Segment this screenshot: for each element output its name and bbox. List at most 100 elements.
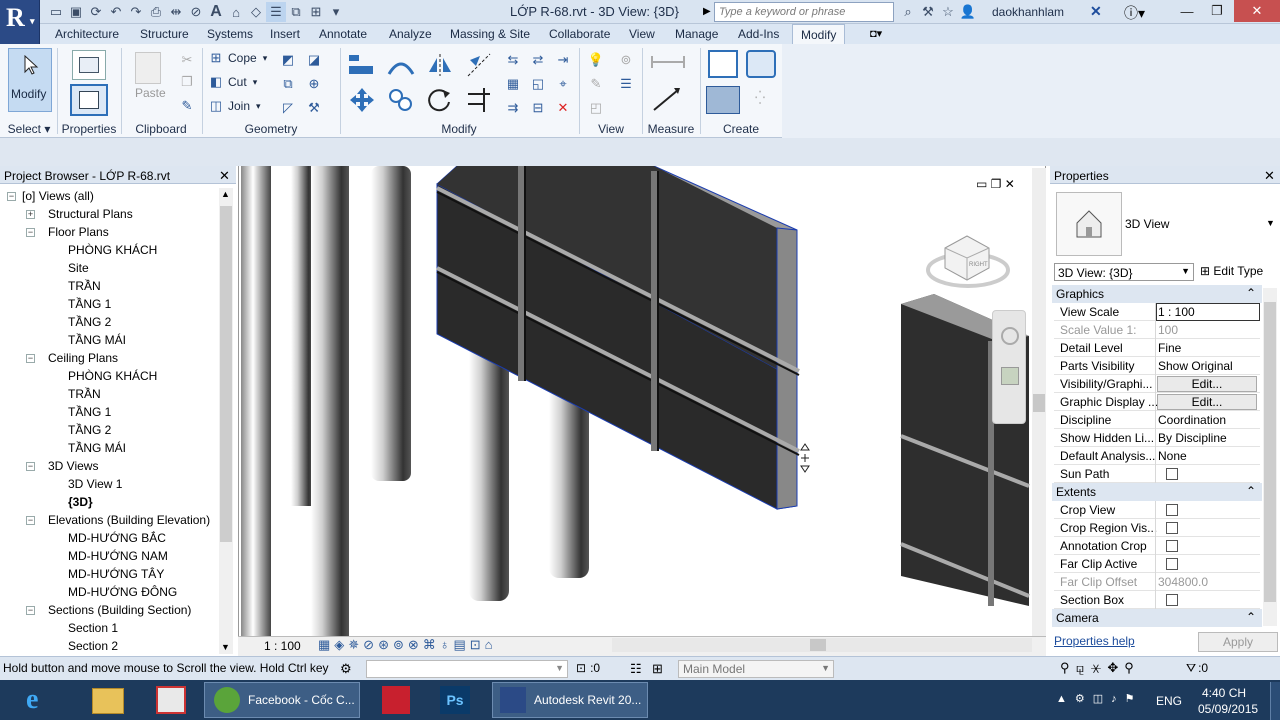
modify-button[interactable]: Modify	[8, 48, 52, 112]
delete-icon[interactable]: ✕	[555, 100, 571, 116]
split-face-icon[interactable]: ◩	[280, 52, 296, 68]
lock-icon[interactable]: ⊟	[530, 100, 546, 116]
steering-wheel-icon[interactable]	[1001, 327, 1019, 345]
override-icon[interactable]: ⊚	[618, 52, 634, 68]
print-icon[interactable]: ⎙	[146, 2, 166, 22]
save-icon[interactable]: ▣	[66, 2, 86, 22]
hammer-icon[interactable]: ⚒	[306, 100, 322, 116]
type-name[interactable]: 3D View	[1125, 217, 1169, 231]
cut-clip-icon[interactable]: ✂	[179, 52, 195, 68]
demolish-icon[interactable]: ⊕	[306, 76, 322, 92]
tree-views-all[interactable]: [o] Views (all)	[22, 189, 94, 203]
language-indicator[interactable]: ENG	[1156, 694, 1182, 708]
autocad-icon[interactable]	[382, 686, 410, 714]
scroll-down-icon[interactable]: ▼	[221, 642, 230, 652]
workset-dropdown[interactable]: ▼	[366, 660, 568, 678]
move-icon[interactable]	[347, 86, 377, 114]
minimize-button[interactable]: —	[1172, 0, 1202, 22]
tree-sections[interactable]: Sections (Building Section)	[48, 603, 191, 617]
tree-item[interactable]: 3D View 1	[68, 477, 122, 491]
split-element-icon[interactable]: ⇆	[505, 52, 521, 68]
tree-item-active[interactable]: {3D}	[68, 495, 93, 509]
tab-analyze[interactable]: Analyze	[389, 24, 432, 44]
category-camera[interactable]: Camera ⌃	[1052, 609, 1262, 627]
photoshop-icon[interactable]: Ps	[440, 686, 470, 714]
user-icon[interactable]: 👤	[958, 2, 978, 22]
viewport-window-controls[interactable]: ▭ ❐ ✕	[976, 177, 1015, 191]
tree-3d-views[interactable]: 3D Views	[48, 459, 98, 473]
far-clip-checkbox[interactable]	[1166, 558, 1178, 570]
hide-bulb-icon[interactable]: 💡	[588, 52, 604, 68]
navigation-bar[interactable]	[992, 310, 1026, 424]
copy-clip-icon[interactable]: ❐	[179, 74, 195, 90]
instance-selector[interactable]: 3D View: {3D} ▼	[1054, 263, 1194, 281]
line-style-icon[interactable]: ☰	[618, 76, 634, 92]
rotate-icon[interactable]	[425, 86, 455, 114]
mirror-axis-icon[interactable]	[425, 52, 455, 78]
measure-distance-icon[interactable]	[650, 86, 690, 114]
close-hidden-icon[interactable]: ⧉	[286, 2, 306, 22]
open-icon[interactable]: ▭	[46, 2, 66, 22]
properties-scrollbar[interactable]	[1263, 288, 1277, 626]
maximize-button[interactable]: ❐	[1202, 0, 1232, 22]
create-group-icon[interactable]	[706, 86, 740, 114]
design-option-dropdown[interactable]: Main Model ▼	[678, 660, 834, 678]
view-scale[interactable]: 1 : 100	[264, 639, 301, 653]
unpin-icon[interactable]: ⌖	[555, 76, 571, 92]
cope-button[interactable]: ⊞ Cope ▾	[208, 50, 268, 66]
tree-item[interactable]: Section 1	[68, 621, 118, 635]
tree-item[interactable]: TẦNG 2	[68, 423, 111, 437]
crop-region-checkbox[interactable]	[1166, 522, 1178, 534]
similar-icon[interactable]: ⁛	[752, 90, 768, 106]
annotation-crop-checkbox[interactable]	[1166, 540, 1178, 552]
tree-ceiling-plans[interactable]: Ceiling Plans	[48, 351, 118, 365]
tag-icon[interactable]: ⊘	[186, 2, 206, 22]
tab-modify[interactable]: Modify	[792, 24, 846, 44]
app-icon[interactable]	[156, 686, 186, 714]
exchange-icon[interactable]: ✕	[1090, 3, 1102, 20]
scale-icon[interactable]: ◱	[530, 76, 546, 92]
tree-item[interactable]: Section 2	[68, 639, 118, 653]
show-desktop-button[interactable]	[1270, 682, 1280, 720]
search-input[interactable]: Type a keyword or phrase	[714, 2, 894, 22]
type-selector-arrow[interactable]: ▼	[1266, 218, 1275, 228]
tab-massing-site[interactable]: Massing & Site	[450, 24, 530, 44]
offset-icon[interactable]	[386, 52, 416, 78]
tree-item[interactable]: TẦNG MÁI	[68, 441, 126, 455]
project-browser-scroll-thumb[interactable]	[220, 206, 232, 542]
tab-systems[interactable]: Systems	[207, 24, 253, 44]
editing-requests-icon[interactable]: ⊡:0	[576, 661, 600, 675]
paste-icon[interactable]	[135, 52, 161, 84]
exclude-options-icon[interactable]: ⊞	[652, 661, 663, 677]
worksharing-icon[interactable]: ⚙	[340, 661, 352, 677]
tree-item[interactable]: TẦNG 2	[68, 315, 111, 329]
close-button[interactable]: ✕	[1234, 0, 1280, 22]
tree-item[interactable]: MD-HƯỚNG ĐÔNG	[68, 585, 177, 599]
create-assembly-icon[interactable]	[708, 50, 738, 78]
prop-discipline[interactable]: Discipline Coordination	[1054, 411, 1260, 429]
prop-default-analysis[interactable]: Default Analysis... None	[1054, 447, 1260, 465]
filter-icon[interactable]: ⛛:0	[1186, 661, 1208, 676]
tree-elevations[interactable]: Elevations (Building Elevation)	[48, 513, 210, 527]
wall-joins-icon[interactable]: ⧉	[280, 76, 296, 92]
tree-item[interactable]: MD-HƯỚNG TÂY	[68, 567, 164, 581]
view-control-icons[interactable]: ▦◈✵⊘⊛⊚⊗⌘♁▤⊡⌂	[318, 637, 497, 653]
paint-icon[interactable]: ◪	[306, 52, 322, 68]
tree-structural-plans[interactable]: Structural Plans	[48, 207, 133, 221]
text-icon[interactable]: A	[206, 2, 226, 22]
tree-item[interactable]: TẦNG 1	[68, 297, 111, 311]
star-icon[interactable]: ☆	[938, 2, 958, 22]
prop-view-scale[interactable]: View Scale 1 : 100	[1054, 303, 1260, 321]
tab-collaborate[interactable]: Collaborate	[549, 24, 610, 44]
tab-structure[interactable]: Structure	[140, 24, 189, 44]
create-parts-icon[interactable]	[746, 50, 776, 78]
align-icon[interactable]: ◸	[280, 100, 296, 116]
category-graphics[interactable]: Graphics ⌃	[1052, 285, 1262, 303]
explorer-icon[interactable]	[92, 688, 124, 714]
switch-windows-icon[interactable]: ⊞	[306, 2, 326, 22]
tree-item[interactable]: MD-HƯỚNG BẮC	[68, 531, 166, 545]
graphic-display-edit-button[interactable]: Edit...	[1157, 394, 1257, 410]
tab-insert[interactable]: Insert	[270, 24, 300, 44]
tree-floor-plans[interactable]: Floor Plans	[48, 225, 109, 239]
project-browser-close-icon[interactable]: ✕	[219, 168, 230, 184]
